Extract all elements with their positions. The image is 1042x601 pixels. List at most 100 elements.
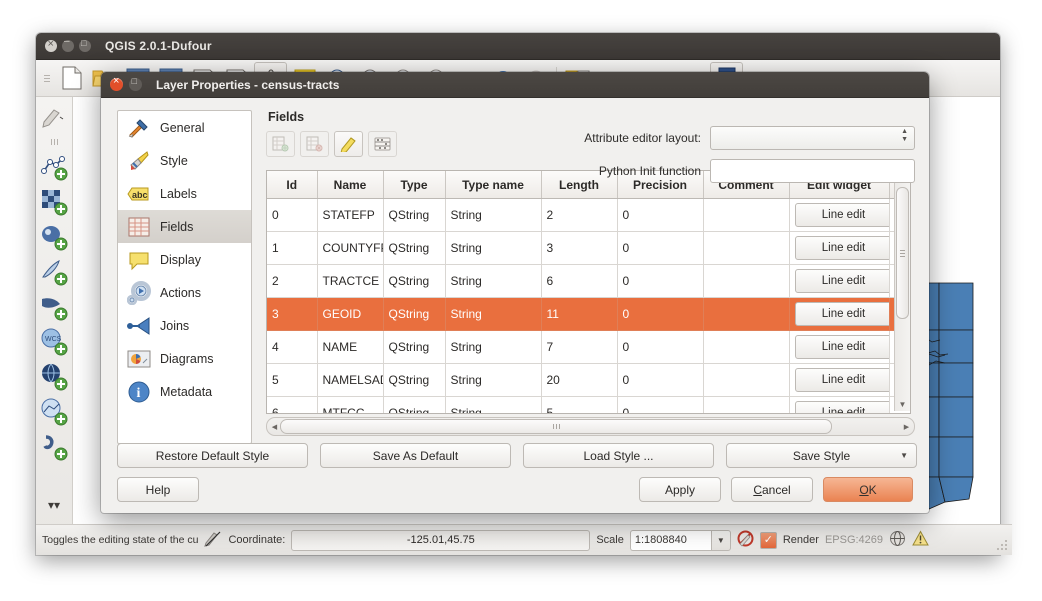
cell-type-name: String	[445, 363, 542, 397]
ok-rest: K	[868, 482, 877, 497]
horizontal-scroll-thumb[interactable]	[280, 419, 832, 434]
coordinate-input[interactable]: -125.01,45.75	[291, 529, 591, 551]
python-init-function-input[interactable]	[710, 159, 915, 183]
column-header-type[interactable]: Type	[383, 171, 446, 199]
dialog-close-button[interactable]	[110, 75, 123, 91]
table-row[interactable]: 0 STATEFP QString String 2 0 Line edit	[267, 198, 910, 232]
render-checkbox[interactable]: ✓	[759, 531, 777, 549]
sidebar-item-label: General	[160, 120, 205, 135]
add-wms-layer-icon[interactable]	[39, 360, 69, 394]
cell-precision: 0	[617, 330, 704, 364]
edit-widget-button[interactable]: Line edit	[794, 203, 888, 227]
sidebar-item-diagrams[interactable]: Diagrams	[118, 342, 251, 375]
cancel-button[interactable]: Cancel	[731, 477, 813, 502]
scroll-right-icon[interactable]: ▶	[901, 423, 912, 431]
column-header-id[interactable]: Id	[267, 171, 318, 199]
python-init-function-value	[711, 170, 717, 173]
stop-render-icon[interactable]	[737, 530, 754, 550]
dialog-maximize-button[interactable]	[129, 76, 142, 91]
toggle-editing-pencil-icon[interactable]	[39, 100, 69, 134]
cell-type-name: String	[445, 396, 542, 413]
crs-status-icon[interactable]	[889, 530, 906, 550]
add-mssql-layer-icon[interactable]	[39, 290, 69, 324]
sidebar-item-joins[interactable]: Joins	[118, 309, 251, 342]
toolbar-grip[interactable]	[43, 67, 51, 89]
vertical-scroll-thumb[interactable]	[896, 187, 909, 319]
edit-widget-button[interactable]: Line edit	[794, 335, 888, 359]
sidebar-item-fields[interactable]: Fields	[118, 210, 251, 243]
add-vector-layer-icon[interactable]	[39, 150, 69, 184]
new-project-icon[interactable]	[56, 63, 87, 93]
window-close-button[interactable]	[45, 38, 57, 52]
restore-default-style-button[interactable]: Restore Default Style	[117, 443, 308, 468]
table-row[interactable]: 6 MTFCC QString String 5 0 Line edit	[267, 396, 910, 413]
column-header-type-name[interactable]: Type name	[445, 171, 542, 199]
left-toolbar-grip[interactable]	[46, 138, 62, 146]
sidebar-item-labels[interactable]: abc Labels	[118, 177, 251, 210]
table-row[interactable]: 2 TRACTCE QString String 6 0 Line edit	[267, 264, 910, 298]
window-resize-grip[interactable]	[997, 540, 1009, 552]
table-horizontal-scrollbar[interactable]: ◀ ▶	[266, 417, 915, 436]
cell-precision: 0	[617, 198, 704, 232]
edit-widget-button[interactable]: Line edit	[794, 302, 888, 326]
toggle-editing-status-icon[interactable]	[204, 530, 222, 551]
sidebar-item-display[interactable]: Display	[118, 243, 251, 276]
attribute-editor-layout-combo[interactable]: ▲ ▼	[710, 126, 915, 150]
sidebar-item-style[interactable]: Style	[118, 144, 251, 177]
add-spatialite-layer-icon[interactable]	[39, 255, 69, 289]
column-header-name[interactable]: Name	[317, 171, 384, 199]
ok-button[interactable]: OK	[823, 477, 913, 502]
cell-id: 3	[267, 297, 318, 331]
table-row[interactable]: 5 NAMELSAD QString String 20 0 Line edit	[267, 363, 910, 397]
load-style-button[interactable]: Load Style ...	[523, 443, 714, 468]
window-minimize-button[interactable]	[62, 36, 74, 52]
cell-comment	[703, 231, 790, 265]
epsg-status-label[interactable]: EPSG:4269	[825, 534, 883, 546]
save-style-button[interactable]: Save Style ▼	[726, 443, 917, 468]
window-maximize-button[interactable]	[79, 38, 91, 52]
add-postgis-layer-icon[interactable]	[39, 220, 69, 254]
cell-type-name: String	[445, 330, 542, 364]
expand-left-toolbar-icon[interactable]: ▾▾	[39, 488, 69, 522]
calculate-field-icon[interactable]	[368, 131, 397, 157]
table-row[interactable]: 4 NAME QString String 7 0 Line edit	[267, 330, 910, 364]
add-wcs-layer-icon[interactable]: WCS	[39, 325, 69, 359]
cell-length: 3	[541, 231, 618, 265]
add-raster-layer-icon[interactable]	[39, 185, 69, 219]
table-row-selected[interactable]: 3 GEOID QString String 11 0 Line edit	[267, 297, 910, 331]
cell-length: 2	[541, 198, 618, 232]
scale-dropdown-icon[interactable]: ▼	[710, 529, 731, 551]
edit-widget-button[interactable]: Line edit	[794, 236, 888, 260]
sidebar-item-general[interactable]: General	[118, 111, 251, 144]
cell-length: 5	[541, 396, 618, 413]
scroll-down-icon[interactable]: ▼	[899, 397, 907, 411]
edit-widget-button[interactable]: Line edit	[794, 368, 888, 392]
fields-table[interactable]: Id Name Type Type name Length Precision …	[266, 170, 911, 414]
table-vertical-scrollbar[interactable]: ▲ ▼	[894, 171, 910, 411]
scroll-left-icon[interactable]: ◀	[269, 423, 280, 431]
cell-type: QString	[383, 330, 446, 364]
edit-widget-button[interactable]: Line edit	[794, 401, 888, 413]
spinner-arrows-icon[interactable]: ▲ ▼	[901, 128, 908, 143]
edit-widget-button[interactable]: Line edit	[794, 269, 888, 293]
sidebar-item-label: Display	[160, 252, 201, 267]
scale-input[interactable]: 1:1808840	[629, 529, 711, 551]
save-as-default-button[interactable]: Save As Default	[320, 443, 511, 468]
messages-warning-icon[interactable]	[912, 530, 929, 550]
add-wfs-layer-icon[interactable]	[39, 395, 69, 429]
sidebar-item-metadata[interactable]: i Metadata	[118, 375, 251, 408]
sidebar-item-actions[interactable]: Actions	[118, 276, 251, 309]
new-column-icon[interactable]	[266, 131, 295, 157]
cell-type: QString	[383, 297, 446, 331]
chevron-down-icon[interactable]: ▼	[900, 451, 908, 460]
cell-length: 6	[541, 264, 618, 298]
toggle-editing-icon[interactable]	[334, 131, 363, 157]
qgis-title-bar: QGIS 2.0.1-Dufour	[36, 33, 1000, 60]
cell-id: 2	[267, 264, 318, 298]
table-row[interactable]: 1 COUNTYFP QString String 3 0 Line edit	[267, 231, 910, 265]
delete-column-icon[interactable]	[300, 131, 329, 157]
python-init-function-label: Python Init function	[598, 164, 701, 178]
help-button[interactable]: Help	[117, 477, 199, 502]
apply-button[interactable]: Apply	[639, 477, 721, 502]
add-delimited-text-layer-icon[interactable]	[39, 430, 69, 464]
